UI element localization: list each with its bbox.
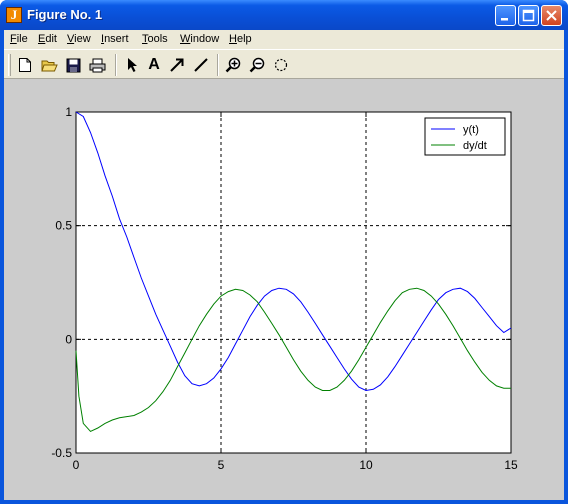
rotate-3d-button[interactable] (272, 56, 290, 74)
title-bar[interactable]: J Figure No. 1 (0, 0, 568, 30)
minimize-button[interactable] (495, 5, 516, 26)
zoom-out-icon (249, 57, 265, 73)
insert-arrow-button[interactable] (168, 56, 186, 74)
menu-file[interactable]: File (10, 33, 28, 45)
minimize-icon (501, 18, 508, 21)
zoom-out-button[interactable] (248, 56, 266, 74)
plot-svg: 0 5 10 15-0.500.51 y(t)dy/dt (51, 105, 518, 472)
close-icon (546, 10, 557, 21)
zoom-in-button[interactable] (224, 56, 242, 74)
insert-text-button[interactable]: A (145, 56, 163, 74)
save-icon (66, 58, 80, 72)
figure-toolbar: A (4, 49, 564, 79)
y-tick-label: 0.5 (55, 219, 72, 233)
x-tick-label: 15 (504, 458, 518, 472)
matlab-app-icon: J (6, 7, 22, 23)
open-file-button[interactable] (40, 56, 58, 74)
new-figure-button[interactable] (16, 56, 34, 74)
menu-edit[interactable]: Edit (38, 33, 57, 45)
insert-arrow-icon (170, 58, 184, 72)
toolbar-separator (217, 54, 219, 76)
x-tick-label: 0 (73, 458, 80, 472)
figure-window: J Figure No. 1 File Edit View Insert Too… (0, 0, 568, 504)
x-tick-label: 5 (218, 458, 225, 472)
maximize-icon (522, 9, 535, 22)
close-button[interactable] (541, 5, 562, 26)
zoom-in-icon (225, 57, 241, 73)
y-tick-label: 1 (65, 105, 72, 119)
menu-tools[interactable]: Tools (142, 33, 168, 45)
print-button[interactable] (88, 56, 106, 74)
insert-line-icon (194, 58, 208, 72)
legend-label: y(t) (463, 124, 479, 136)
menu-bar: File Edit View Insert Tools Window Help (4, 30, 564, 49)
client-area: File Edit View Insert Tools Window Help (4, 30, 564, 500)
rotate-3d-icon (274, 58, 288, 72)
menu-window[interactable]: Window (180, 33, 219, 45)
menu-insert[interactable]: Insert (101, 33, 129, 45)
menu-help[interactable]: Help (229, 33, 252, 45)
axes-box[interactable] (75, 111, 512, 454)
new-figure-icon (19, 58, 31, 72)
window-title: Figure No. 1 (27, 7, 103, 22)
toolbar-grip[interactable] (8, 54, 11, 76)
insert-line-button[interactable] (192, 56, 210, 74)
menu-view[interactable]: View (67, 33, 91, 45)
open-file-icon (40, 60, 58, 71)
figure-canvas: 0 5 10 15 -0.5 0 0.5 1 y(t) dy/dt (4, 80, 564, 500)
legend[interactable]: y(t) dy/dt (424, 117, 506, 156)
x-tick-label: 10 (359, 458, 373, 472)
edit-plot-button[interactable] (123, 56, 141, 74)
legend-label: dy/dt (463, 140, 487, 152)
print-icon (89, 58, 105, 72)
save-button[interactable] (64, 56, 82, 74)
toolbar-separator (115, 54, 117, 76)
edit-plot-arrow-icon (128, 58, 137, 72)
y-tick-label: 0 (65, 332, 72, 346)
maximize-button[interactable] (518, 5, 539, 26)
insert-text-icon: A (148, 56, 160, 73)
y-tick-label: -0.5 (51, 446, 72, 460)
